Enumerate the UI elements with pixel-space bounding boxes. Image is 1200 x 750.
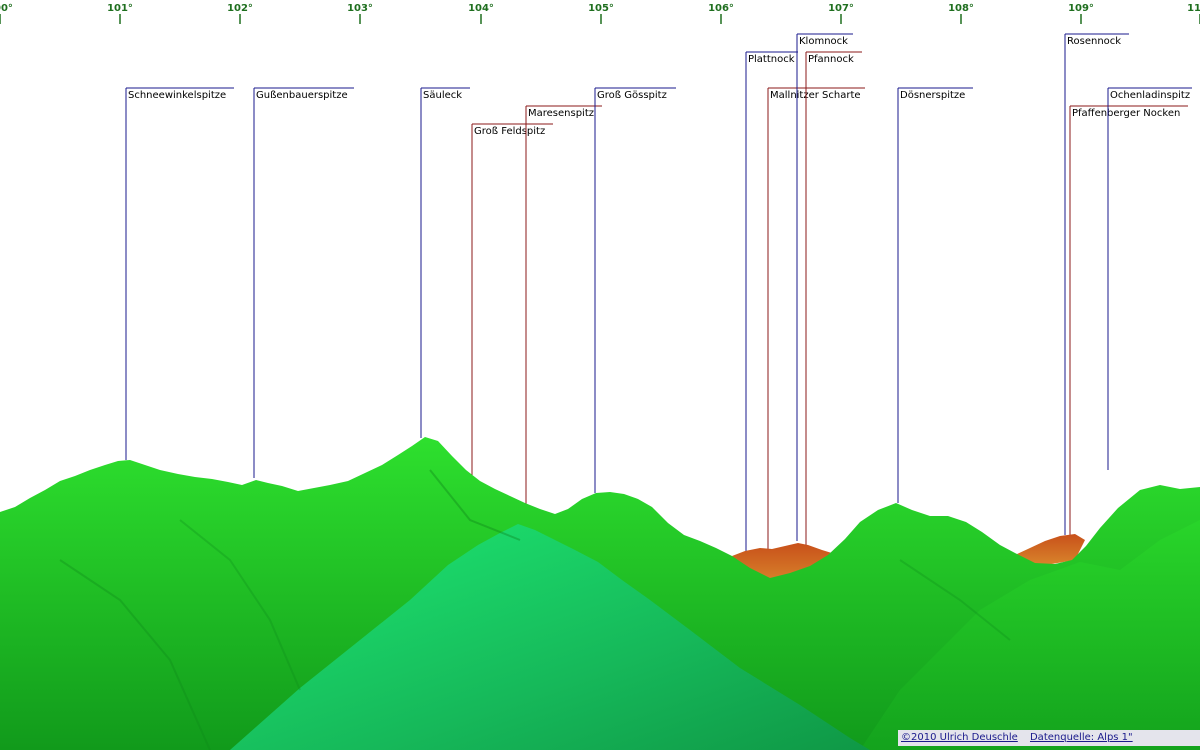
- copyright-link[interactable]: ©2010 Ulrich Deuschle: [901, 732, 1018, 743]
- compass-tick-label: 107°: [828, 3, 854, 14]
- compass-tick-label: 108°: [948, 3, 974, 14]
- terrain: [0, 437, 1200, 750]
- peak-marker: Mallnitzer Scharte: [767, 87, 865, 582]
- compass-tick-label: 103°: [347, 3, 373, 14]
- peak-marker: Schneewinkelspitze: [125, 87, 234, 460]
- compass-tick-label: 100°: [0, 3, 13, 14]
- peak-marker: Plattnock: [745, 51, 798, 551]
- peak-label: Schneewinkelspitze: [128, 90, 226, 101]
- compass-tick-label: 102°: [227, 3, 253, 14]
- peak-label: Dösnerspitze: [900, 90, 965, 101]
- compass-tick-label: 106°: [708, 3, 734, 14]
- compass-tick-label: 104°: [468, 3, 494, 14]
- compass-tick-label: 110°: [1187, 3, 1200, 14]
- panorama: 100° 101° 102° 103° 104° 105° 106° 107° 108° 109°…: [0, 3, 1200, 750]
- peak-marker: Säuleck: [420, 87, 470, 438]
- peak-label: Säuleck: [423, 90, 462, 101]
- peak-marker: Klomnock: [796, 33, 853, 541]
- peak-marker: Groß Feldspitz: [471, 123, 553, 541]
- peak-label: Pfaffenberger Nocken: [1072, 108, 1180, 119]
- peak-label: Groß Feldspitz: [474, 126, 545, 137]
- peak-label: Pfannock: [808, 54, 854, 65]
- peak-marker: Pfaffenberger Nocken: [1069, 105, 1188, 538]
- peak-label: Mallnitzer Scharte: [770, 90, 861, 101]
- peak-marker: Gußenbauerspitze: [253, 87, 354, 478]
- peak-marker: Dösnerspitze: [897, 87, 973, 503]
- peak-label: Groß Gösspitz: [597, 90, 667, 101]
- compass-tick-label: 101°: [107, 3, 133, 14]
- compass-tick-label: 109°: [1068, 3, 1094, 14]
- peak-marker: Ochenladinspitz: [1107, 87, 1192, 470]
- peak-label: Rosennock: [1067, 36, 1121, 47]
- peak-marker: Groß Gösspitz: [594, 87, 676, 493]
- compass-tick-label: 105°: [588, 3, 614, 14]
- data-source-link[interactable]: Datenquelle: Alps 1": [1030, 732, 1133, 743]
- peak-marker: Pfannock: [805, 51, 862, 557]
- peak-label: Gußenbauerspitze: [256, 90, 348, 101]
- peak-marker: Maresenspitz: [525, 105, 602, 522]
- peak-label: Plattnock: [748, 54, 795, 65]
- peak-label: Maresenspitz: [528, 108, 594, 119]
- peak-label: Ochenladinspitz: [1110, 90, 1190, 101]
- peak-label: Klomnock: [799, 36, 848, 47]
- compass-scale: 100° 101° 102° 103° 104° 105° 106° 107° 108° 109°…: [0, 3, 1200, 24]
- credits-bar: ©2010 Ulrich Deuschle Datenquelle: Alps …: [898, 730, 1200, 746]
